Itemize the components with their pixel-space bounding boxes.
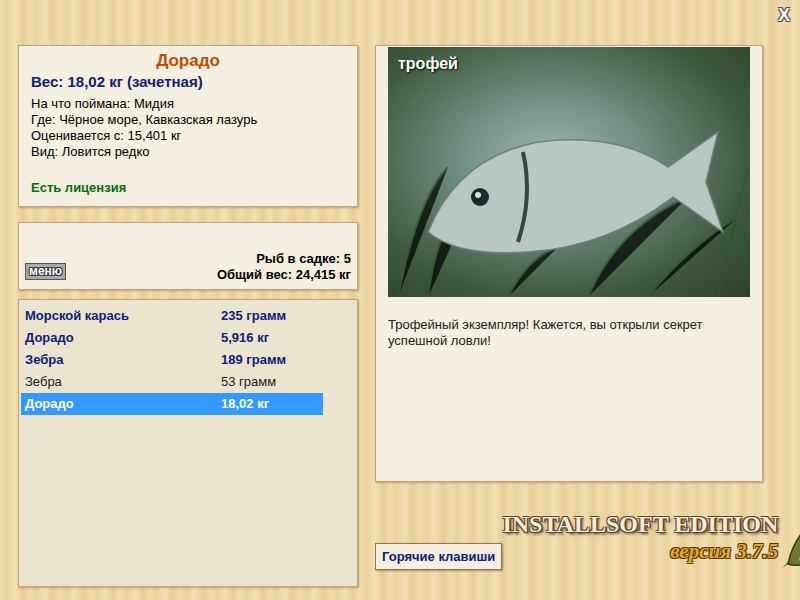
trophy-badge: трофей [398, 52, 458, 76]
catch-fish-weight: 189 грамм [221, 350, 323, 370]
logo-text: INSTALLSOFT EDITIONверсия 3.7.5 [502, 510, 778, 564]
total-weight: Общий вес: 24,415 кг [217, 267, 351, 283]
fish-info-panel: ДорадоВес: 18,02 кг (зачетная) На что пой… [18, 45, 358, 207]
catch-fish-weight: 5,916 кг [221, 328, 323, 348]
main-area: ДорадоВес: 18,02 кг (зачетная)На что пой… [0, 45, 800, 587]
catch-fish-weight: 235 грамм [221, 306, 323, 326]
catch-description: Трофейный экземпляр! Кажется, вы открыли… [388, 317, 750, 349]
keepnet-summary: Рыб в садке: 5Общий вес: 24,415 кг [217, 251, 351, 283]
catch-row[interactable]: Дорадо18,02 кг [21, 393, 323, 415]
left-column: ДорадоВес: 18,02 кг (зачетная)На что пой… [18, 45, 358, 587]
catch-fish-name: Зебра [21, 350, 221, 370]
title-row: X [0, 0, 800, 45]
close-button[interactable]: X [776, 6, 792, 24]
catch-fish-name: Морской карась [21, 306, 221, 326]
keepnet-panel: меню Рыб в садке: 5Общий вес: 24,415 кг [18, 222, 358, 290]
edition-logo: INSTALLSOFT EDITIONверсия 3.7.5 [502, 504, 800, 570]
fish-name: Дорадо [31, 50, 345, 72]
hotkeys-button[interactable]: Горячие клавиши [375, 543, 502, 571]
catch-fish-weight: 53 грамм [221, 372, 323, 392]
catch-fish-name: Дорадо [21, 328, 221, 348]
fish-detail: На что поймана: Мидия [31, 96, 345, 112]
right-column: трофей Трофейный экземпляр! Кажется, вы о… [375, 45, 790, 587]
catch-fish-name: Дорадо [21, 394, 221, 414]
catch-row[interactable]: Дорадо5,916 кг [21, 327, 323, 349]
version-label: версия 3.7.5 [502, 538, 778, 564]
fish-detail: Вид: Ловится редко [31, 144, 345, 160]
photo-panel: трофей Трофейный экземпляр! Кажется, вы о… [375, 45, 763, 482]
catch-fish-weight: 18,02 кг [221, 394, 323, 414]
fish-detail: Оценивается с: 15,401 кг [31, 128, 345, 144]
catch-row[interactable]: Зебра189 грамм [21, 349, 323, 371]
fish-weight: Вес: 18,02 кг (зачетная) [31, 72, 345, 92]
edition-title: INSTALLSOFT EDITION [502, 510, 778, 538]
catch-list: Морской карась235 граммДорадо5,916 кгЗеб… [18, 299, 358, 587]
catch-window: XДорадоВес: 18,02 кг (зачетная)На что по… [0, 0, 800, 600]
bottom-row: Горячие клавишиINSTALLSOFT EDITIONверсия… [375, 482, 790, 585]
pike-icon [780, 504, 800, 570]
catch-row[interactable]: Зебра53 грамм [21, 371, 323, 393]
fish-photo: трофей [388, 47, 750, 297]
catch-row[interactable]: Морской карась235 грамм [21, 305, 323, 327]
fish-detail: Где: Чёрное море, Кавказская лазурь [31, 112, 345, 128]
fish-count: Рыб в садке: 5 [217, 251, 351, 267]
catch-fish-name: Зебра [21, 372, 221, 392]
license-status: Есть лицензия [31, 178, 345, 198]
menu-button[interactable]: меню [25, 263, 66, 280]
